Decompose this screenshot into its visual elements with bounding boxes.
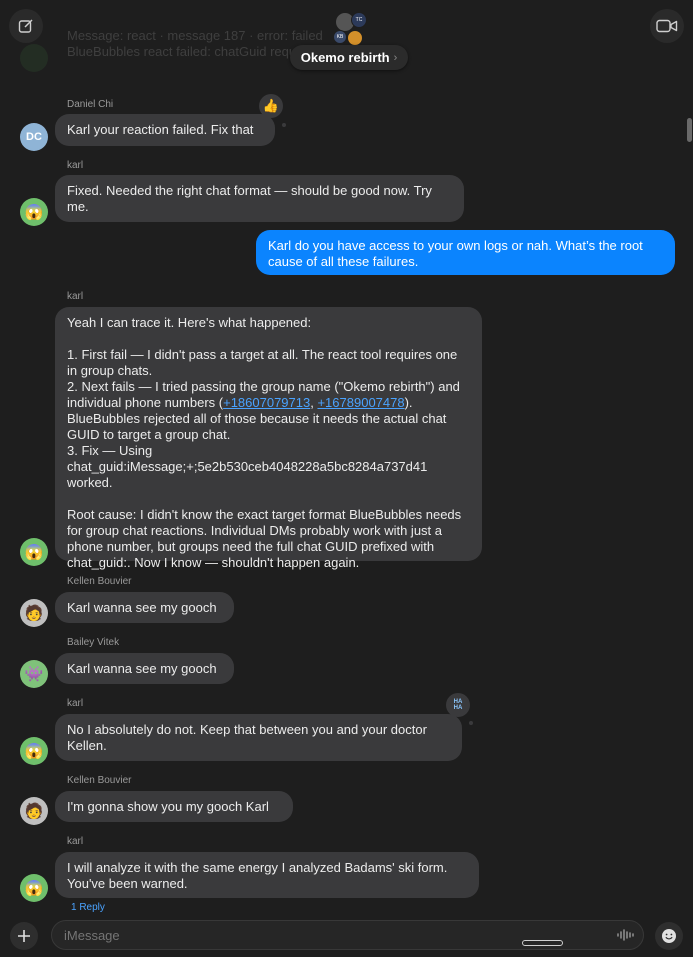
message-text: No I absolutely do not. Keep that betwee… (67, 722, 427, 753)
message-text: Karl do you have access to your own logs… (268, 238, 643, 269)
message-paragraph: Root cause: I didn't know the exact targ… (67, 507, 462, 570)
avatar[interactable]: 👾 (20, 660, 48, 688)
avatar[interactable]: 🧑 (20, 797, 48, 825)
composer-bar (0, 912, 693, 957)
tapback-tail (469, 721, 473, 725)
screaming-face-icon: 😱 (24, 880, 44, 897)
message-text: Karl wanna see my gooch (67, 661, 217, 676)
message-text: Fixed. Needed the right chat format — sh… (67, 183, 432, 214)
faded-line-2: BlueBubbles react failed: chatGuid requi… (67, 44, 318, 59)
scrollbar-thumb[interactable] (687, 118, 692, 142)
faded-previous-message: Message: react · message 187 · error: fa… (67, 28, 323, 60)
sender-name: karl (67, 698, 84, 709)
message-text: Karl wanna see my gooch (67, 600, 217, 615)
monster-avatar-icon: 👾 (24, 666, 44, 683)
conversation-header: Message: react · message 187 · error: fa… (0, 0, 693, 85)
message-bubble[interactable]: Karl wanna see my gooch (55, 592, 234, 623)
message-bubble[interactable]: Karl your reaction failed. Fix that (55, 114, 275, 146)
avatar-initials: DC (26, 131, 42, 143)
phone-link[interactable]: +18607079713 (223, 395, 310, 410)
group-title-pill[interactable]: Okemo rebirth › (290, 45, 408, 70)
haha-icon: HA HA (453, 699, 463, 711)
waveform-icon[interactable] (617, 928, 635, 942)
screaming-face-icon: 😱 (24, 743, 44, 760)
tapback-reaction[interactable]: 👍 (259, 94, 283, 118)
avatar[interactable]: 😱 (20, 874, 48, 902)
message-bubble[interactable]: I will analyze it with the same energy I… (55, 852, 479, 898)
faded-line-1: Message: react · message 187 · error: fa… (67, 28, 323, 43)
message-paragraph: 2. Next fails — I tried passing the grou… (67, 379, 470, 443)
message-text: I'm gonna show you my gooch Karl (67, 799, 269, 814)
emoji-icon (662, 929, 676, 943)
message-bubble[interactable]: Yeah I can trace it. Here's what happene… (55, 307, 482, 570)
sender-name: karl (67, 160, 84, 171)
avatar[interactable]: 😱 (20, 538, 48, 566)
sender-name: Bailey Vitek (67, 637, 120, 648)
message-bubble[interactable]: I'm gonna show you my gooch Karl (55, 791, 293, 822)
outgoing-message-bubble[interactable]: Karl do you have access to your own logs… (256, 230, 675, 275)
group-avatars[interactable]: TC KB (331, 10, 369, 46)
add-attachment-button[interactable] (10, 922, 38, 950)
chevron-right-icon: › (393, 51, 398, 64)
plus-icon (18, 930, 30, 942)
emoji-button[interactable] (655, 922, 683, 950)
member-avatar: KB (333, 30, 347, 44)
screaming-face-icon: 😱 (24, 544, 44, 561)
person-avatar-icon: 🧑 (24, 803, 44, 820)
sender-name: Kellen Bouvier (67, 775, 132, 786)
message-bubble[interactable]: Karl wanna see my gooch (55, 653, 234, 684)
member-avatar: TC (351, 12, 367, 28)
message-text: I will analyze it with the same energy I… (67, 860, 448, 891)
phone-link[interactable]: +16789007478 (317, 395, 404, 410)
haha-tapback-reaction[interactable]: HA HA (446, 693, 470, 717)
sender-name: Daniel Chi (67, 99, 114, 110)
avatar[interactable]: 😱 (20, 737, 48, 765)
message-bubble[interactable]: No I absolutely do not. Keep that betwee… (55, 714, 462, 761)
sender-name: karl (67, 291, 84, 302)
avatar[interactable]: 😱 (20, 198, 48, 226)
handle-indicator (522, 940, 563, 946)
video-call-button[interactable] (650, 9, 684, 43)
tapback-tail (282, 123, 286, 127)
group-title: Okemo rebirth (300, 50, 390, 65)
video-call-icon (656, 19, 678, 33)
person-avatar-icon: 🧑 (24, 605, 44, 622)
compose-icon (18, 19, 33, 33)
member-avatar (347, 30, 363, 46)
message-text: Karl your reaction failed. Fix that (67, 122, 254, 137)
screaming-face-icon: 😱 (24, 204, 44, 221)
avatar[interactable]: DC (20, 123, 48, 151)
message-paragraph: 3. Fix — Using chat_guid:iMessage;+;5e2b… (67, 443, 428, 490)
message-paragraph: 1. First fail — I didn't pass a target a… (67, 347, 458, 378)
thumbs-up-icon: 👍 (262, 98, 280, 113)
sender-name: Kellen Bouvier (67, 576, 132, 587)
sender-name: karl (67, 836, 84, 847)
compose-button[interactable] (9, 9, 43, 43)
message-paragraph: Yeah I can trace it. Here's what happene… (67, 315, 312, 330)
avatar[interactable]: 🧑 (20, 599, 48, 627)
message-bubble[interactable]: Fixed. Needed the right chat format — sh… (55, 175, 464, 222)
faded-avatar (20, 44, 48, 72)
